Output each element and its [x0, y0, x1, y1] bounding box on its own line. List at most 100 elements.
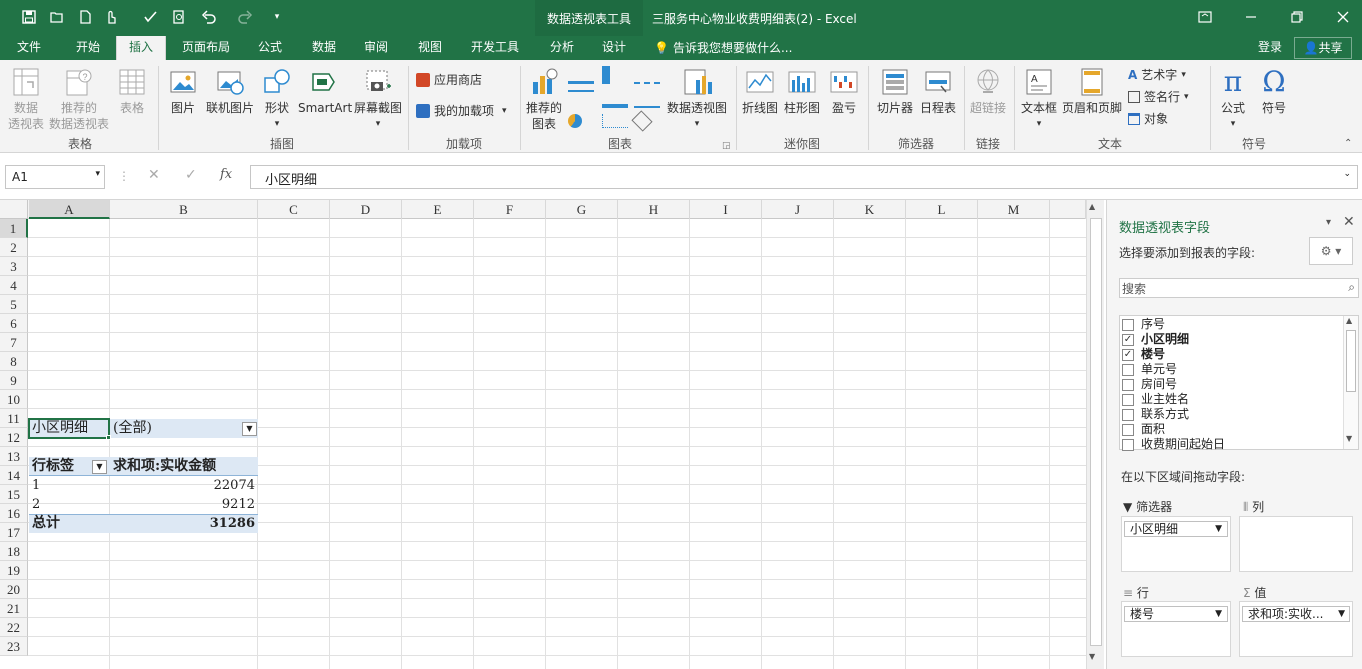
values-chip[interactable]: 求和项:实收... ▼ [1242, 606, 1350, 622]
pivot-table-button[interactable]: 数据 透视表 [6, 66, 46, 132]
cancel-icon[interactable]: ✕ [148, 167, 160, 183]
touch-mode-icon[interactable] [100, 6, 122, 28]
gear-icon[interactable]: ⚙ ▾ [1309, 237, 1353, 265]
column-header-m[interactable]: M [978, 200, 1050, 219]
column-header-g[interactable]: G [546, 200, 618, 219]
formula-input[interactable]: 小区明细 ⌄ [250, 165, 1358, 189]
cell-b4[interactable]: 22074 [110, 476, 258, 495]
statistic-chart-icon[interactable] [602, 90, 628, 108]
tab-formulas[interactable]: 公式 [248, 36, 292, 60]
hyperlink-button[interactable]: 超链接 [968, 66, 1008, 116]
worksheet-grid[interactable]: ABCDEFGHIJKLM 1 2 3 4 5 6 7 8 9 10 11 12 13 14 15 16 17 1… [0, 200, 1086, 669]
close-icon[interactable] [1332, 6, 1354, 28]
tab-developer[interactable]: 开发工具 [462, 36, 528, 60]
filters-zone[interactable]: 小区明细 ▼ [1121, 516, 1231, 572]
name-box-dropdown-icon[interactable]: ▾ [95, 169, 100, 179]
checked-checkbox-icon[interactable]: ✓ [1122, 348, 1134, 361]
customize-qat-icon[interactable]: ▾ [266, 6, 288, 28]
radar-chart-icon[interactable] [631, 110, 653, 132]
rows-chip-dropdown-icon[interactable]: ▼ [1215, 607, 1222, 621]
online-picture-button[interactable]: 联机图片 [204, 66, 256, 116]
cell-b5[interactable]: 9212 [110, 495, 258, 514]
rows-zone[interactable]: 楼号 ▼ [1121, 601, 1231, 657]
field-list-scrollbar[interactable]: ▲ ▼ [1343, 316, 1358, 449]
store-button[interactable]: 应用商店 [416, 72, 516, 88]
tab-view[interactable]: 视图 [408, 36, 452, 60]
row-header-9[interactable]: 9 [0, 371, 28, 390]
pivot-chart-button[interactable]: 数据透视图 ▾ [664, 66, 730, 132]
object-button[interactable]: 对象 [1128, 111, 1210, 127]
minimize-icon[interactable] [1240, 6, 1262, 28]
field-item[interactable]: 面积 [1122, 422, 1165, 437]
columns-zone[interactable] [1239, 516, 1353, 572]
smartart-button[interactable]: SmartArt [298, 66, 352, 116]
tab-analyze[interactable]: 分析 [540, 36, 584, 60]
cell-b6[interactable]: 31286 [110, 514, 258, 533]
pie-chart-icon[interactable] [568, 114, 582, 128]
row-header-12[interactable]: 12 [0, 428, 28, 447]
equation-button[interactable]: π 公式 ▾ [1214, 64, 1252, 132]
login-link[interactable]: 登录 [1250, 36, 1290, 60]
row-header-16[interactable]: 16 [0, 504, 28, 523]
cell-b1[interactable]: (全部) [110, 419, 258, 438]
tab-review[interactable]: 审阅 [354, 36, 398, 60]
field-scroll-thumb[interactable] [1346, 330, 1356, 392]
row-header-17[interactable]: 17 [0, 523, 28, 542]
field-scroll-up-icon[interactable]: ▲ [1346, 316, 1352, 325]
header-footer-button[interactable]: 页眉和页脚 [1060, 66, 1124, 116]
print-preview-icon[interactable] [168, 6, 190, 28]
checkbox-icon[interactable] [1122, 318, 1134, 331]
row-header-21[interactable]: 21 [0, 599, 28, 618]
tab-design[interactable]: 设计 [592, 36, 636, 60]
waterfall-chart-icon[interactable] [634, 66, 660, 84]
field-item[interactable]: 联系方式 [1122, 407, 1189, 422]
checkbox-icon[interactable] [1122, 423, 1134, 436]
field-item[interactable]: 序号 [1122, 317, 1165, 332]
checkbox-icon[interactable] [1122, 393, 1134, 406]
values-chip-dropdown-icon[interactable]: ▼ [1338, 607, 1345, 621]
undo-icon[interactable] [198, 6, 220, 28]
row-header-5[interactable]: 5 [0, 295, 28, 314]
screenshot-button[interactable]: 屏幕截图 ▾ [350, 66, 406, 132]
field-item[interactable]: ✓ 楼号 [1122, 347, 1165, 362]
textbox-button[interactable]: A 文本框 ▾ [1018, 66, 1060, 132]
redo-icon[interactable] [234, 6, 256, 28]
row-header-15[interactable]: 15 [0, 485, 28, 504]
row-header-7[interactable]: 7 [0, 333, 28, 352]
column-header-k[interactable]: K [834, 200, 906, 219]
tab-home[interactable]: 开始 [66, 36, 110, 60]
column-header-a[interactable]: A [29, 200, 110, 219]
row-header-3[interactable]: 3 [0, 257, 28, 276]
row-header-8[interactable]: 8 [0, 352, 28, 371]
row-header-13[interactable]: 13 [0, 447, 28, 466]
new-file-icon[interactable] [74, 6, 96, 28]
cell-a4[interactable]: 1 [29, 476, 110, 495]
row-header-10[interactable]: 10 [0, 390, 28, 409]
checkbox-icon[interactable] [1122, 363, 1134, 376]
collapse-ribbon-icon[interactable]: ⌃ [1344, 138, 1352, 149]
tell-me-box[interactable]: 💡 告诉我您想要做什么... [654, 36, 804, 60]
pane-options-icon[interactable]: ▾ [1326, 217, 1331, 228]
scatter-chart-icon[interactable] [602, 114, 628, 128]
row-header-23[interactable]: 23 [0, 637, 28, 656]
wordart-button[interactable]: A 艺术字 ▾ [1128, 67, 1210, 83]
checked-checkbox-icon[interactable]: ✓ [1122, 333, 1134, 346]
recommended-charts-button[interactable]: 推荐的 图表 [524, 66, 564, 132]
select-all-corner[interactable] [0, 200, 28, 219]
field-item[interactable]: 收费期间起始日 [1122, 437, 1225, 452]
name-box[interactable]: A1 ▾ [5, 165, 105, 189]
field-item[interactable]: 单元号 [1122, 362, 1177, 377]
column-header-l[interactable]: L [906, 200, 978, 219]
filters-chip-dropdown-icon[interactable]: ▼ [1215, 522, 1222, 536]
share-button[interactable]: 👤共享 [1294, 37, 1352, 59]
scroll-down-icon[interactable]: ▼ [1089, 652, 1095, 661]
column-header-j[interactable]: J [762, 200, 834, 219]
timeline-button[interactable]: 日程表 [918, 66, 958, 116]
tab-insert[interactable]: 插入 [116, 36, 166, 60]
column-header-i[interactable]: I [690, 200, 762, 219]
row-header-20[interactable]: 20 [0, 580, 28, 599]
symbol-button[interactable]: Ω 符号 [1256, 64, 1292, 116]
shapes-button[interactable]: 形状 ▾ [258, 66, 296, 132]
row-header-4[interactable]: 4 [0, 276, 28, 295]
line-chart-icon[interactable] [568, 90, 594, 108]
